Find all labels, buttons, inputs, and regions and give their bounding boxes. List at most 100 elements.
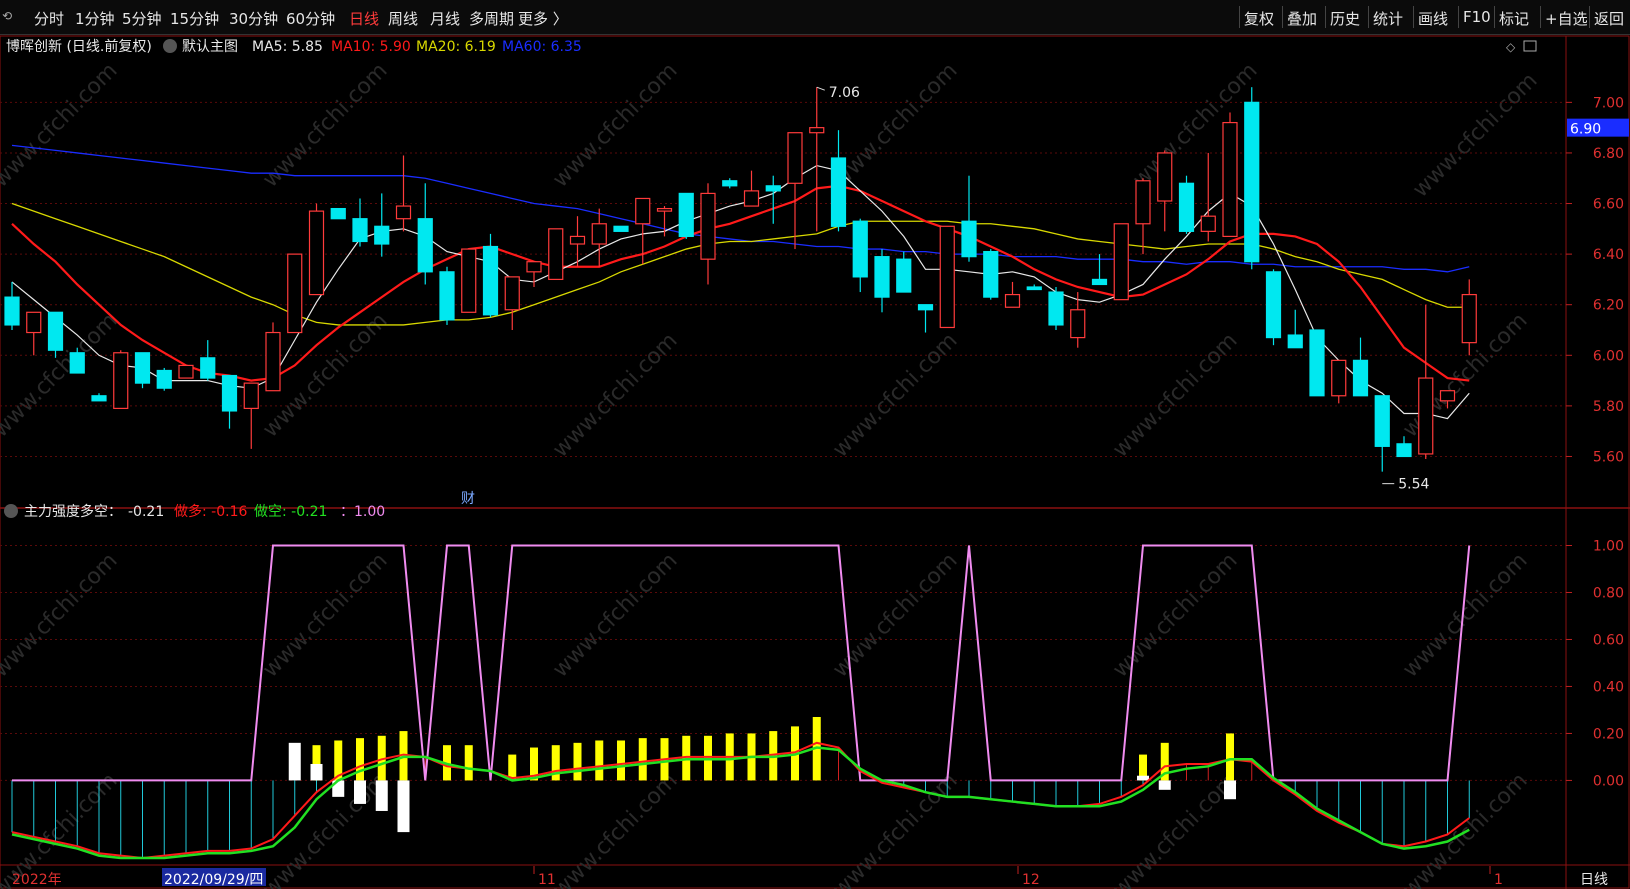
price-axis-label: 6.80 [1593,146,1624,162]
yellow-bar [638,738,647,781]
white-bar [310,763,323,781]
price-axis-label: 6.40 [1593,247,1624,263]
candle [983,250,999,298]
date-label-m1: 1 [1494,872,1503,888]
watermark: www.cfchi.com [0,58,123,192]
main-header-ma20: MA20: 6.19 [416,39,496,55]
candle [1070,309,1086,339]
candle [461,248,477,313]
indicator-dropdown-icon[interactable] [4,504,18,518]
white-bar [354,780,366,804]
candle [1004,293,1021,308]
candle [178,364,194,379]
candle [374,225,390,245]
watermark: www.cfchi.com [548,328,682,462]
candle [1113,223,1129,301]
candle [722,180,738,187]
date-label-start: 2022年 [12,872,62,888]
current-price-label: 6.90 [1570,122,1601,138]
low-price-label: 5.54 [1398,477,1429,493]
price-axis-label: 6.20 [1593,298,1624,314]
candle [352,218,368,243]
candle [896,258,912,293]
candle [548,228,564,281]
price-axis-label: 6.60 [1593,197,1624,213]
yellow-bar [464,745,473,781]
candle [134,352,151,384]
candle [1091,278,1108,286]
date-label-m11: 11 [538,872,556,888]
candle [504,276,520,311]
watermark: www.cfchi.com [1398,548,1532,682]
kline-chart[interactable]: www.cfchi.com www.cfchi.com www.cfchi.com w… [0,0,1630,889]
candle [200,357,216,379]
white-bar [375,780,388,811]
panel-toggle-icon[interactable] [1523,40,1537,52]
price-axis-label: 7.00 [1593,95,1624,111]
candle [69,352,85,374]
watermark: www.cfchi.com [548,58,682,192]
candle [1439,390,1456,402]
candle [635,197,651,225]
candle [1178,182,1195,232]
yellow-bar [595,740,604,781]
candle [1157,152,1173,202]
bear-line [11,746,1470,860]
sub-header-bear: 做空: -0.21 [254,504,327,520]
candle [961,220,977,258]
main-header-template: 默认主图 [182,39,238,55]
candle [113,352,129,410]
white-bar [1224,780,1236,800]
candle [1222,121,1238,238]
candle [743,190,760,207]
sub-header-value: -0.21 [128,504,164,520]
date-label-m12: 12 [1022,872,1040,888]
indicator-axis-label: 0.40 [1593,679,1624,695]
high-pointer [816,86,825,91]
yellow-bar [356,738,364,781]
candle [1461,293,1477,344]
candle [1048,291,1064,326]
candle [1244,101,1260,263]
watermark: www.cfchi.com [0,548,123,682]
candle [830,157,847,227]
indicator-axis-label: 0.00 [1593,773,1624,789]
candle [1331,359,1347,397]
watermark: www.cfchi.com [0,768,123,889]
candle [591,223,607,245]
yellow-bar [617,740,625,781]
main-header-ma5: MA5: 5.85 [252,39,323,55]
candle [678,192,694,238]
candle [47,311,64,351]
candle [526,261,542,273]
candle [417,218,433,273]
candle [1287,334,1303,349]
indicator-axis-label: 0.60 [1593,632,1624,648]
watermark: www.cfchi.com [1408,68,1542,202]
candle [265,331,281,392]
watermark: www.cfchi.com [548,768,682,889]
candle [221,374,238,412]
candle [874,256,890,298]
main-header-stock: 博晖创新 (日线.前复权) [6,38,152,55]
candle [156,369,172,389]
candle [1418,377,1434,455]
watermark: www.cfchi.com [258,548,392,682]
candle [787,132,803,184]
price-axis-label: 6.00 [1593,348,1624,364]
watermark: www.cfchi.com [548,548,682,682]
template-dropdown-icon[interactable] [163,39,177,53]
candle [482,245,499,316]
candle [1265,271,1282,339]
candle [700,192,716,260]
yellow-bar [573,742,582,781]
main-header-ma60: MA60: 6.35 [502,39,582,55]
sub-header-line: ：1.00 [340,504,385,520]
high-price-label: 7.06 [829,85,860,101]
candle [243,382,259,410]
candle [1352,359,1369,397]
candle [1026,286,1042,291]
candle [809,127,825,134]
finance-marker: 财 [461,491,475,507]
selected-date-label: 2022/09/29/四 [164,872,263,888]
